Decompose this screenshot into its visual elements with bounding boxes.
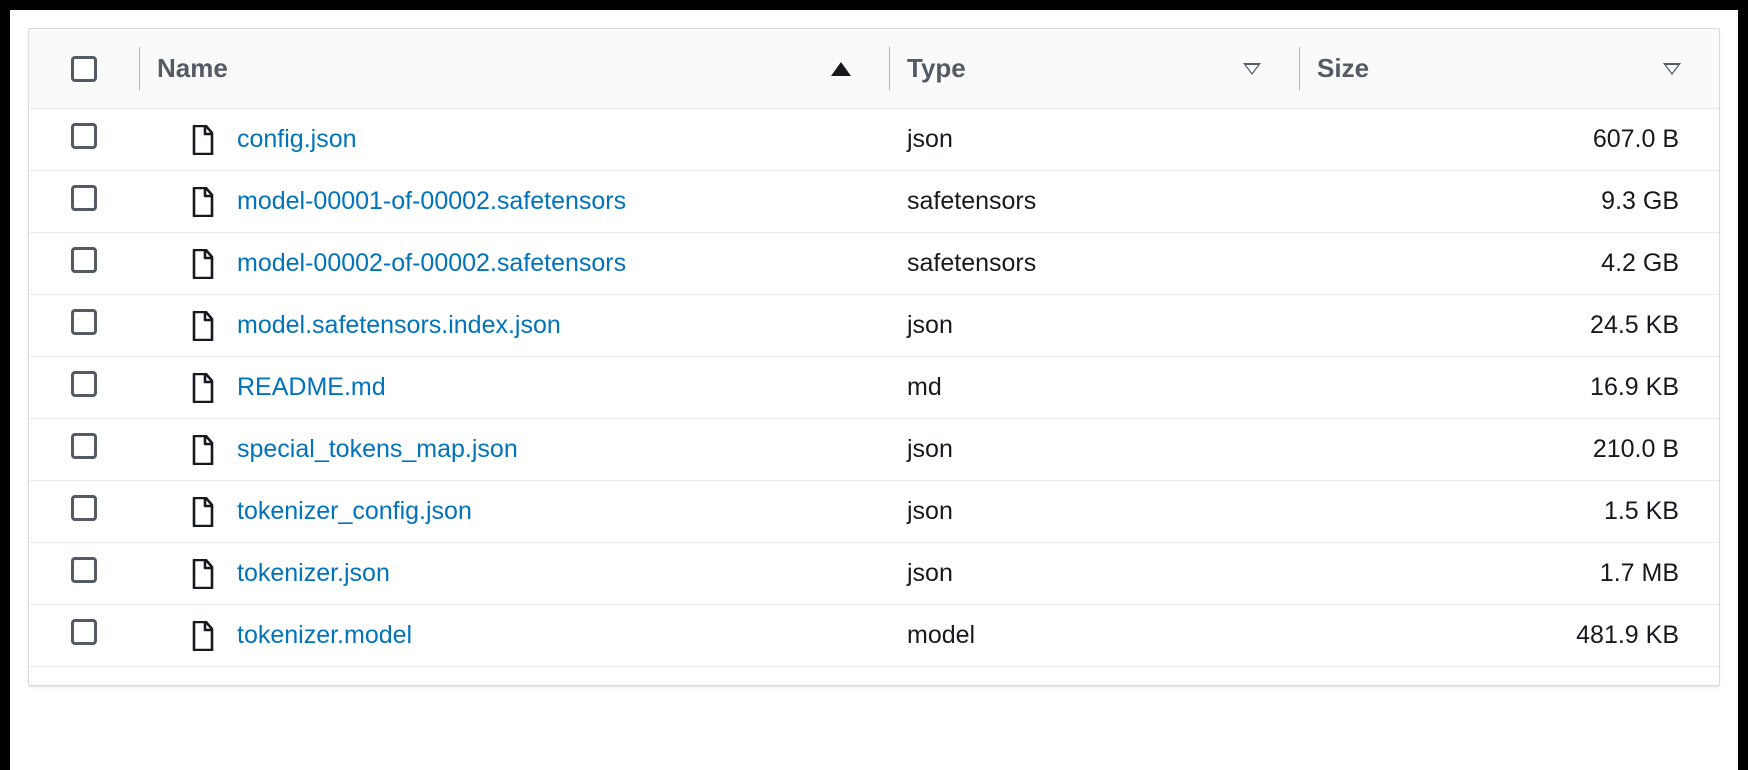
row-size-cell: 4.2 GB (1299, 233, 1719, 295)
row-type-cell: json (889, 109, 1299, 171)
row-type-cell: safetensors (889, 171, 1299, 233)
file-icon (191, 187, 215, 217)
filter-icon (1243, 63, 1261, 75)
column-divider (1299, 47, 1300, 90)
row-select-cell (29, 419, 139, 481)
column-divider (139, 47, 140, 90)
filter-icon (1663, 63, 1681, 75)
file-table: Name Type Size (29, 29, 1719, 685)
row-size-cell: 9.3 GB (1299, 171, 1719, 233)
table-row: config.json json607.0 B (29, 109, 1719, 171)
spacer-row (29, 667, 1719, 685)
row-type-cell: safetensors (889, 233, 1299, 295)
row-select-cell (29, 233, 139, 295)
row-checkbox[interactable] (71, 371, 97, 397)
row-name-cell: tokenizer.json (139, 543, 889, 605)
column-header-name-label: Name (157, 53, 228, 84)
row-checkbox[interactable] (71, 557, 97, 583)
table-row: tokenizer_config.json json1.5 KB (29, 481, 1719, 543)
row-checkbox[interactable] (71, 247, 97, 273)
table-row: tokenizer.json json1.7 MB (29, 543, 1719, 605)
column-divider (889, 47, 890, 90)
file-icon (191, 435, 215, 465)
column-header-type-label: Type (907, 53, 966, 84)
row-name-cell: model-00002-of-00002.safetensors (139, 233, 889, 295)
column-header-size-label: Size (1317, 53, 1369, 84)
row-type-cell: model (889, 605, 1299, 667)
table-header-row: Name Type Size (29, 29, 1719, 109)
file-icon (191, 373, 215, 403)
row-name-cell: special_tokens_map.json (139, 419, 889, 481)
row-size-cell: 24.5 KB (1299, 295, 1719, 357)
select-all-checkbox[interactable] (71, 56, 97, 82)
table-row: model-00001-of-00002.safetensors safetens… (29, 171, 1719, 233)
row-select-cell (29, 109, 139, 171)
row-size-cell: 16.9 KB (1299, 357, 1719, 419)
column-header-name[interactable]: Name (139, 29, 889, 109)
row-name-cell: model-00001-of-00002.safetensors (139, 171, 889, 233)
row-select-cell (29, 295, 139, 357)
row-name-cell: model.safetensors.index.json (139, 295, 889, 357)
file-link[interactable]: model.safetensors.index.json (237, 311, 561, 340)
row-select-cell (29, 171, 139, 233)
row-name-cell: config.json (139, 109, 889, 171)
file-link[interactable]: tokenizer.json (237, 559, 390, 588)
row-type-cell: json (889, 419, 1299, 481)
row-checkbox[interactable] (71, 495, 97, 521)
row-size-cell: 1.5 KB (1299, 481, 1719, 543)
row-select-cell (29, 605, 139, 667)
file-icon (191, 311, 215, 341)
file-link[interactable]: config.json (237, 125, 357, 154)
file-link[interactable]: model-00001-of-00002.safetensors (237, 187, 626, 216)
file-link[interactable]: README.md (237, 373, 386, 402)
file-icon (191, 249, 215, 279)
file-icon (191, 497, 215, 527)
row-checkbox[interactable] (71, 309, 97, 335)
row-name-cell: tokenizer.model (139, 605, 889, 667)
file-link[interactable]: tokenizer.model (237, 621, 412, 650)
row-select-cell (29, 543, 139, 605)
row-name-cell: tokenizer_config.json (139, 481, 889, 543)
row-type-cell: md (889, 357, 1299, 419)
table-row: README.md md16.9 KB (29, 357, 1719, 419)
row-checkbox[interactable] (71, 185, 97, 211)
row-size-cell: 1.7 MB (1299, 543, 1719, 605)
file-table-panel: Name Type Size (28, 28, 1720, 686)
row-size-cell: 210.0 B (1299, 419, 1719, 481)
row-type-cell: json (889, 481, 1299, 543)
table-row: model.safetensors.index.json json24.5 KB (29, 295, 1719, 357)
column-header-size[interactable]: Size (1299, 29, 1719, 109)
row-checkbox[interactable] (71, 619, 97, 645)
window-frame: Name Type Size (0, 0, 1748, 770)
table-row: model-00002-of-00002.safetensors safetens… (29, 233, 1719, 295)
table-row: special_tokens_map.json json210.0 B (29, 419, 1719, 481)
file-icon (191, 621, 215, 651)
row-type-cell: json (889, 543, 1299, 605)
file-link[interactable]: tokenizer_config.json (237, 497, 472, 526)
file-link[interactable]: model-00002-of-00002.safetensors (237, 249, 626, 278)
row-size-cell: 607.0 B (1299, 109, 1719, 171)
file-icon (191, 125, 215, 155)
row-select-cell (29, 481, 139, 543)
row-type-cell: json (889, 295, 1299, 357)
row-select-cell (29, 357, 139, 419)
column-header-select (29, 29, 139, 109)
row-size-cell: 481.9 KB (1299, 605, 1719, 667)
table-row: tokenizer.model model481.9 KB (29, 605, 1719, 667)
file-link[interactable]: special_tokens_map.json (237, 435, 518, 464)
row-checkbox[interactable] (71, 123, 97, 149)
row-name-cell: README.md (139, 357, 889, 419)
row-checkbox[interactable] (71, 433, 97, 459)
file-icon (191, 559, 215, 589)
column-header-type[interactable]: Type (889, 29, 1299, 109)
sort-ascending-icon (831, 62, 851, 76)
